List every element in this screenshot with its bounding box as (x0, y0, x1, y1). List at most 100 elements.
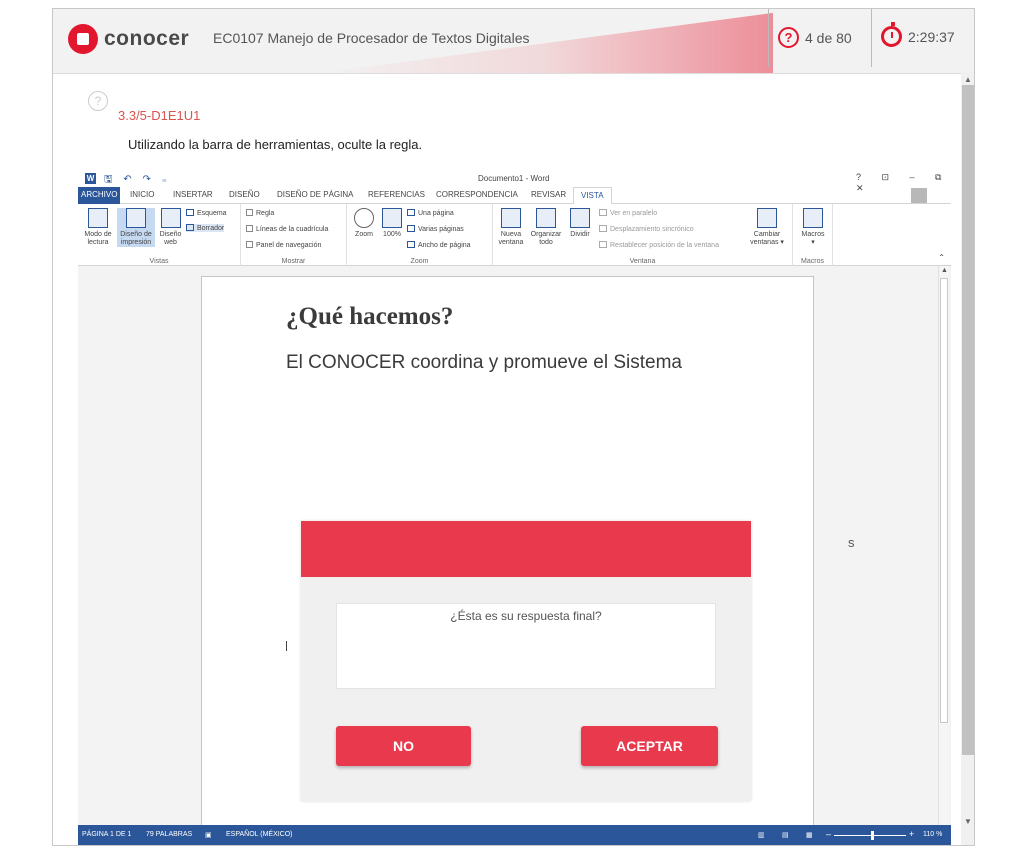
stopwatch-icon (881, 22, 902, 47)
restablecer-posicion-button[interactable]: Restablecer posición de la ventana (599, 241, 719, 249)
draft-icon (186, 224, 194, 231)
word-simulation: W 🖫 ↶ ↷ ₌ Documento1 - Word ? ⊡ – ⧉ ✕ AR… (78, 169, 951, 845)
tab-vista[interactable]: VISTA (573, 187, 612, 205)
borrador-button[interactable]: Borrador (186, 224, 225, 232)
una-pagina-button[interactable]: Una página (407, 209, 454, 217)
scroll-up-icon[interactable]: ▲ (964, 75, 972, 84)
outline-icon (186, 209, 194, 216)
organizar-todo-button[interactable]: Organizar todo (528, 208, 564, 247)
tab-archivo[interactable]: ARCHIVO (78, 187, 121, 204)
status-zoom-level[interactable]: 110 % (923, 831, 942, 838)
document-scrollbar[interactable]: ▲ (938, 266, 949, 825)
help-icon[interactable]: ? (88, 91, 108, 111)
new-window-icon (501, 208, 521, 228)
zoom-button[interactable]: Zoom (350, 208, 378, 239)
cambiar-ventanas-button[interactable]: Cambiar ventanas ▾ (745, 208, 789, 247)
question-instruction: Utilizando la barra de herramientas, ocu… (128, 137, 423, 152)
question-counter: ? 4 de 80 (778, 27, 852, 48)
status-page[interactable]: PÁGINA 1 DE 1 (82, 831, 131, 838)
group-ventana: Nueva ventana Organizar todo Dividir Ver… (493, 204, 793, 266)
zoom-in-button[interactable]: + (909, 829, 914, 839)
ribbon-vista: Modo de lectura Diseño de impresión Dise… (78, 204, 951, 266)
scroll-up-icon[interactable]: ▲ (941, 267, 948, 274)
dialog-header (301, 521, 751, 577)
document-heading: ¿Qué hacemos? (286, 303, 454, 330)
zoom-slider-knob[interactable] (871, 831, 874, 840)
scroll-down-icon[interactable]: ▼ (964, 817, 972, 826)
print-layout-icon (126, 208, 146, 228)
brand-name: conocer (104, 27, 190, 50)
checkbox-icon (246, 209, 253, 216)
sync-scroll-icon (599, 225, 607, 232)
diseno-impresion-button[interactable]: Diseño de impresión (117, 208, 155, 247)
ancho-pagina-button[interactable]: Ancho de página (407, 241, 471, 249)
tab-inicio[interactable]: INICIO (130, 190, 154, 199)
tab-diseno-pagina[interactable]: DISEÑO DE PÁGINA (277, 190, 353, 199)
tab-diseno[interactable]: DISEÑO (229, 190, 260, 199)
desplazamiento-sincronico-button[interactable]: Desplazamiento sincrónico (599, 225, 694, 233)
status-language[interactable]: ESPAÑOL (MÉXICO) (226, 831, 293, 838)
multiple-pages-icon (407, 225, 415, 232)
header-divider (768, 9, 769, 67)
exam-frame: conocer EC0107 Manejo de Procesador de T… (52, 8, 975, 846)
confirmation-dialog: ¿Ésta es su respuesta final? NO ACEPTAR (301, 521, 751, 801)
ver-en-paralelo-button[interactable]: Ver en paralelo (599, 209, 657, 217)
esquema-button[interactable]: Esquema (186, 209, 227, 217)
modo-lectura-button[interactable]: Modo de lectura (81, 208, 115, 247)
read-mode-icon (88, 208, 108, 228)
exam-title: EC0107 Manejo de Procesador de Textos Di… (213, 30, 530, 46)
conocer-logo-icon (68, 24, 98, 54)
group-label-vistas: Vistas (149, 258, 169, 265)
tab-referencias[interactable]: REFERENCIAS (368, 190, 425, 199)
status-words[interactable]: 79 PALABRAS (146, 831, 192, 838)
regla-checkbox[interactable]: Regla (246, 209, 274, 217)
proofing-icon[interactable]: ▣ (205, 831, 212, 839)
page-scrollbar[interactable]: ▲ ▼ (961, 71, 974, 845)
collapse-ribbon-icon[interactable]: ⌃ (938, 253, 945, 262)
document-title: Documento1 - Word (478, 174, 550, 183)
word-app-icon: W (85, 173, 96, 184)
zoom-100-button[interactable]: 100% (380, 208, 404, 239)
web-layout-status-icon[interactable]: ▦ (806, 831, 813, 839)
dialog-message-box: ¿Ésta es su respuesta final? (336, 603, 716, 689)
print-layout-status-icon[interactable]: ▤ (782, 831, 789, 839)
tab-insertar[interactable]: INSERTAR (173, 190, 213, 199)
group-vistas: Modo de lectura Diseño de impresión Dise… (78, 204, 241, 266)
question-code: 3.3/5-D1E1U1 (118, 108, 201, 123)
document-body-text: El CONOCER coordina y promueve el Sistem… (286, 352, 682, 373)
no-button[interactable]: NO (336, 726, 471, 766)
word-title-bar: W 🖫 ↶ ↷ ₌ Documento1 - Word ? ⊡ – ⧉ ✕ (78, 169, 951, 193)
dialog-message: ¿Ésta es su respuesta final? (450, 609, 602, 623)
document-scrollbar-thumb[interactable] (940, 278, 948, 723)
page-width-icon (407, 241, 415, 248)
nueva-ventana-button[interactable]: Nueva ventana (496, 208, 526, 247)
lineas-cuadricula-checkbox[interactable]: Líneas de la cuadrícula (246, 225, 328, 233)
checkbox-icon (246, 241, 253, 248)
document-text-fragment: s (848, 535, 855, 550)
tab-revisar[interactable]: REVISAR (531, 190, 566, 199)
zoom-out-button[interactable]: – (826, 829, 831, 839)
group-macros: Macros ▾ Macros (793, 204, 833, 266)
reset-position-icon (599, 241, 607, 248)
question-mark-icon: ? (778, 27, 799, 48)
user-avatar-icon[interactable] (911, 188, 927, 203)
group-mostrar: Regla Líneas de la cuadrícula Panel de n… (241, 204, 347, 266)
zoom-100-icon (382, 208, 402, 228)
varias-paginas-button[interactable]: Varias páginas (407, 225, 464, 233)
panel-navegacion-checkbox[interactable]: Panel de navegación (246, 241, 321, 249)
ribbon-tabs: ARCHIVO INICIO INSERTAR DISEÑO DISEÑO DE… (78, 187, 951, 205)
tab-correspondencia[interactable]: CORRESPONDENCIA (436, 190, 518, 199)
side-by-side-icon (599, 209, 607, 216)
switch-windows-icon (757, 208, 777, 228)
page-scrollbar-thumb[interactable] (962, 85, 974, 755)
header-divider (871, 9, 872, 67)
text-cursor (286, 641, 287, 651)
exam-timer: 2:29:37 (881, 22, 955, 47)
diseno-web-button[interactable]: Diseño web (157, 208, 184, 247)
accept-button[interactable]: ACEPTAR (581, 726, 718, 766)
read-mode-status-icon[interactable]: ▥ (758, 831, 765, 839)
zoom-slider[interactable] (834, 835, 906, 836)
timer-text: 2:29:37 (908, 28, 955, 45)
dividir-button[interactable]: Dividir (566, 208, 594, 239)
macros-button[interactable]: Macros ▾ (797, 208, 829, 247)
